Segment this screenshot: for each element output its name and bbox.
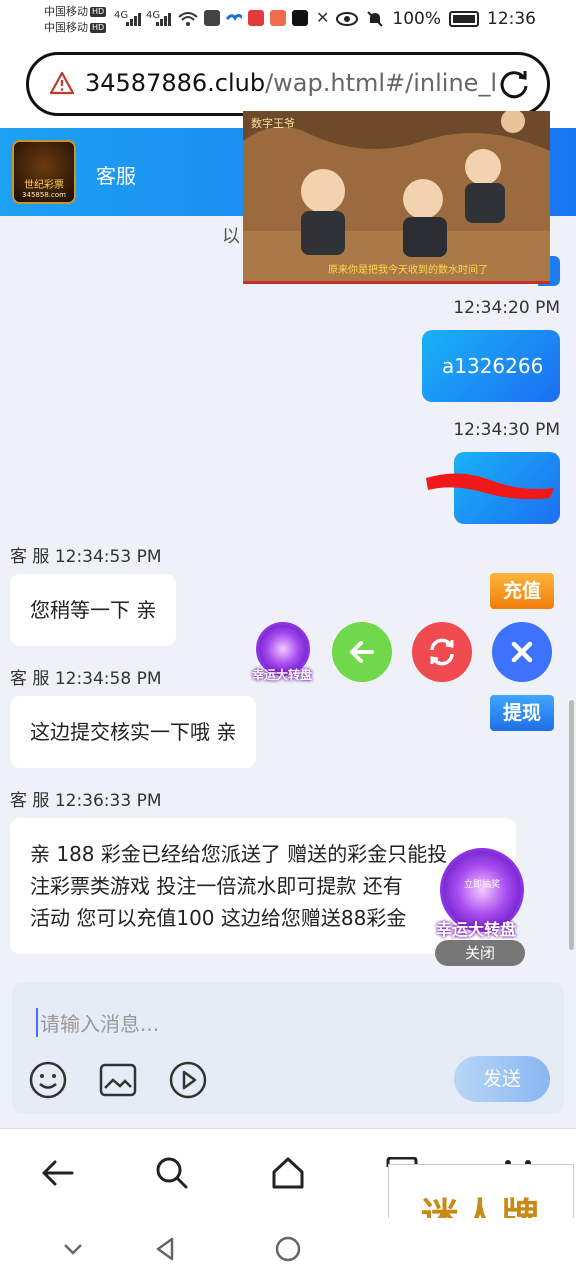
brand-logo: 世纪彩票 345858.com [12, 140, 76, 204]
url-domain: 34587886.club [85, 69, 266, 97]
refresh-button[interactable] [412, 622, 472, 682]
address-bar[interactable]: 34587886.club/wap.html#/inline_l [26, 52, 550, 116]
message-input[interactable]: 请输入消息... [36, 1008, 159, 1037]
message-time: 12:34:20 PM [453, 298, 560, 318]
send-button[interactable]: 发送 [454, 1056, 550, 1102]
message-line: 注彩票类游戏 投注一倍流水即可提款 还有 [30, 874, 403, 898]
message-meta: 客 服 12:36:33 PM [10, 786, 162, 811]
status-right: 100% 12:36 [336, 9, 536, 29]
url-text[interactable]: 34587886.club/wap.html#/inline_l [85, 69, 505, 97]
chat-title: 客服 [96, 164, 136, 188]
withdraw-button[interactable]: 提现 [490, 695, 554, 731]
back-arrow-icon[interactable] [40, 1155, 76, 1191]
logo-sub: 345858.com [22, 191, 66, 199]
wheel-center-text: 立即抽奖 [463, 880, 500, 890]
scrollbar[interactable] [569, 700, 574, 950]
image-icon[interactable] [98, 1060, 138, 1100]
floating-video-player[interactable]: 数字王爷 原来你是把我今天收到的数水时间了 [243, 111, 550, 284]
hd-badge-2: HD [90, 23, 107, 33]
tiktok-icon [292, 10, 308, 26]
wheel-close-button[interactable]: 关闭 [435, 940, 525, 966]
app-notification-icon [204, 10, 220, 26]
input-box: 请输入消息... 发送 [12, 982, 564, 1114]
redaction-scribble [426, 473, 554, 500]
message-time: 12:36:33 PM [54, 791, 162, 811]
message-time: 12:34:30 PM [453, 420, 560, 440]
reload-icon[interactable] [497, 67, 531, 101]
hd-badge-1: HD [90, 7, 107, 17]
recharge-button[interactable]: 充值 [490, 573, 554, 609]
message-time: 12:34:58 PM [54, 669, 162, 689]
emoji-icon[interactable] [28, 1060, 68, 1100]
close-floating-button[interactable] [492, 622, 552, 682]
orange-app-icon [270, 10, 286, 26]
video-subtitle: 原来你是把我今天收到的数水时间了 [328, 265, 488, 276]
home-icon[interactable] [270, 1155, 306, 1191]
video-frame [243, 111, 550, 281]
url-path: /wap.html#/inline_l [265, 69, 498, 97]
back-button[interactable] [332, 622, 392, 682]
bird-icon [226, 14, 242, 21]
arrow-left-icon [350, 641, 374, 663]
message-time: 12:34:53 PM [54, 547, 162, 567]
clock: 12:36 [487, 9, 536, 29]
signal-icon [126, 13, 141, 26]
wheel-large-label: 幸运大转盘 [436, 920, 517, 939]
system-home-icon[interactable] [273, 1234, 303, 1264]
sender-name: 客 服 [10, 791, 50, 811]
message-line: 活动 您可以充值100 这边给您赠送88彩金 [30, 906, 407, 930]
search-icon[interactable] [154, 1155, 190, 1191]
message-meta: 客 服 12:34:58 PM [10, 664, 162, 689]
partial-message-text: 以 [222, 226, 240, 247]
wifi-icon [178, 12, 198, 26]
input-panel: 请输入消息... 发送 [0, 968, 576, 1128]
carrier-info: 中国移动 HD 中国移动 HD [44, 4, 107, 36]
mute-bell-icon [367, 11, 384, 27]
close-icon [511, 641, 533, 663]
message-meta: 客 服 12:34:53 PM [10, 542, 162, 567]
red-app-icon [248, 10, 264, 26]
system-back-icon[interactable] [150, 1234, 180, 1264]
refresh-icon [430, 638, 454, 666]
status-bar: 中国移动 HD 中国移动 HD 4G 4G ✕ 100% 12:36 [0, 0, 576, 40]
eye-icon [336, 12, 359, 26]
incoming-message[interactable]: 您稍等一下 亲 [10, 574, 177, 646]
chevron-down-icon[interactable] [58, 1234, 88, 1264]
outgoing-message[interactable]: a1326266 [422, 330, 560, 402]
warning-icon[interactable] [49, 71, 75, 95]
signal-icon-2 [156, 13, 171, 26]
carrier-2: 中国移动 [44, 21, 88, 34]
video-icon[interactable] [168, 1060, 208, 1100]
video-title: 数字王爷 [251, 117, 295, 130]
battery-percent: 100% [392, 9, 441, 29]
carrier-1: 中国移动 [44, 5, 88, 18]
more-notifications-icon: ✕ [316, 8, 330, 27]
logo-text: 世纪彩票 [24, 180, 64, 191]
message-line: 亲 188 彩金已经给您派送了 赠送的彩金只能投 [30, 842, 448, 866]
sender-name: 客 服 [10, 547, 50, 567]
sender-name: 客 服 [10, 669, 50, 689]
incoming-message[interactable]: 这边提交核实一下哦 亲 [10, 696, 257, 768]
system-navigation [0, 1218, 576, 1280]
wheel-small-label: 幸运大转盘 [252, 668, 313, 682]
battery-icon [449, 11, 479, 27]
